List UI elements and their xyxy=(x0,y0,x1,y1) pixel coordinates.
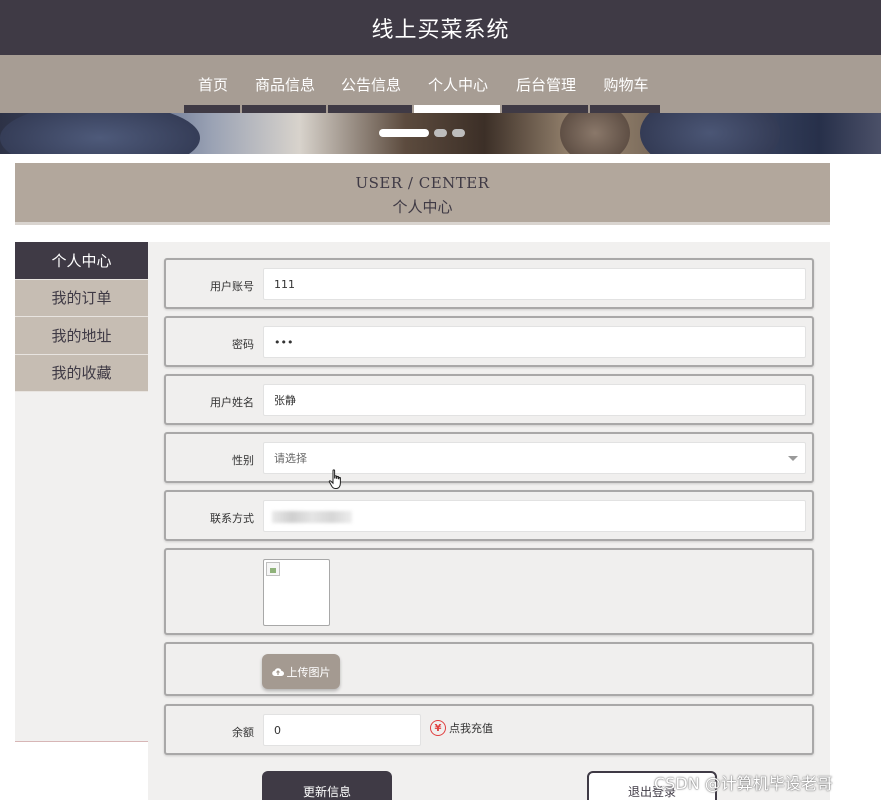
carousel-indicators xyxy=(379,129,465,137)
nav-underline xyxy=(502,105,590,113)
banner-image-part xyxy=(560,113,630,154)
site-title: 线上买菜系统 xyxy=(371,17,510,43)
sidebar-item-user-center[interactable]: 个人中心 xyxy=(15,242,148,280)
account-input[interactable]: 111 xyxy=(263,268,806,300)
form-row-contact: 联系方式 xyxy=(164,490,814,541)
form-row-password: 密码 ••• xyxy=(164,316,814,367)
form-row-upload: 上传图片 xyxy=(164,642,814,696)
nav-label: 商品信息 xyxy=(254,75,315,94)
nav-item-cart[interactable]: 购物车 xyxy=(590,55,662,113)
form-row-name: 用户姓名 张静 xyxy=(164,374,814,425)
nav-underline xyxy=(184,105,242,113)
section-title-en: USER / CENTER xyxy=(355,174,490,192)
avatar-image xyxy=(263,559,330,626)
form-row-avatar xyxy=(164,548,814,635)
nav-underline xyxy=(328,105,414,113)
banner-image-part xyxy=(640,113,780,154)
carousel-dot-active[interactable] xyxy=(379,129,429,137)
main-nav: 首页 商品信息 公告信息 个人中心 后台管理 购物车 xyxy=(184,55,662,113)
contact-label: 联系方式 xyxy=(210,512,254,525)
gender-label: 性别 xyxy=(232,454,254,467)
hand-pointer-icon xyxy=(328,469,341,489)
page: 线上买菜系统 首页 商品信息 公告信息 个人中心 后台管理 购物车 USER /… xyxy=(0,0,881,800)
sidebar-menu: 个人中心 我的订单 我的地址 我的收藏 xyxy=(15,242,148,392)
carousel-dot[interactable] xyxy=(434,129,447,137)
nav-label: 后台管理 xyxy=(515,75,576,94)
nav-label: 个人中心 xyxy=(427,75,488,94)
watermark: CSDN @计算机毕设老哥 xyxy=(654,774,833,793)
section-title-cn: 个人中心 xyxy=(392,198,453,216)
sidebar-item-addresses[interactable]: 我的地址 xyxy=(15,317,148,355)
update-info-button[interactable]: 更新信息 xyxy=(262,771,392,800)
name-input[interactable]: 张静 xyxy=(263,384,806,416)
nav-underline xyxy=(242,105,328,113)
yen-icon: ¥ xyxy=(430,720,446,736)
nav-label: 购物车 xyxy=(603,75,649,94)
chevron-down-icon xyxy=(788,456,798,461)
cloud-upload-icon xyxy=(271,667,284,676)
carousel-dot[interactable] xyxy=(452,129,465,137)
nav-item-user-center[interactable]: 个人中心 xyxy=(414,55,502,113)
gender-select[interactable]: 请选择 xyxy=(263,442,806,474)
balance-input[interactable]: 0 xyxy=(263,714,421,746)
main-nav-bar: 首页 商品信息 公告信息 个人中心 后台管理 购物车 xyxy=(0,55,881,113)
sidebar-item-favorites[interactable]: 我的收藏 xyxy=(15,354,148,392)
nav-label: 公告信息 xyxy=(340,75,401,94)
site-title-bar: 线上买菜系统 xyxy=(0,0,881,55)
nav-item-notices[interactable]: 公告信息 xyxy=(328,55,414,113)
recharge-label: 点我充值 xyxy=(449,722,493,735)
account-label: 用户账号 xyxy=(210,280,254,293)
password-input[interactable]: ••• xyxy=(263,326,806,358)
nav-item-home[interactable]: 首页 xyxy=(184,55,242,113)
recharge-link[interactable]: ¥ 点我充值 xyxy=(430,720,493,736)
banner-image-part xyxy=(0,113,200,154)
broken-image-icon xyxy=(266,562,280,576)
section-heading: USER / CENTER 个人中心 xyxy=(15,163,830,225)
nav-underline-active xyxy=(414,105,502,113)
nav-label: 首页 xyxy=(197,75,228,94)
nav-underline xyxy=(590,105,662,113)
password-label: 密码 xyxy=(232,338,254,351)
form-row-balance: 余额 0 ¥ 点我充值 xyxy=(164,704,814,755)
balance-label: 余额 xyxy=(232,726,254,739)
upload-image-button[interactable]: 上传图片 xyxy=(262,654,340,689)
contact-input[interactable] xyxy=(263,500,806,532)
name-label: 用户姓名 xyxy=(210,396,254,409)
sidebar-item-orders[interactable]: 我的订单 xyxy=(15,279,148,317)
gender-placeholder: 请选择 xyxy=(274,452,307,465)
blurred-contact-value xyxy=(272,511,352,523)
form-row-gender: 性别 请选择 xyxy=(164,432,814,483)
form-row-account: 用户账号 111 xyxy=(164,258,814,309)
nav-item-products[interactable]: 商品信息 xyxy=(242,55,328,113)
nav-item-admin[interactable]: 后台管理 xyxy=(502,55,590,113)
upload-button-label: 上传图片 xyxy=(286,665,331,679)
